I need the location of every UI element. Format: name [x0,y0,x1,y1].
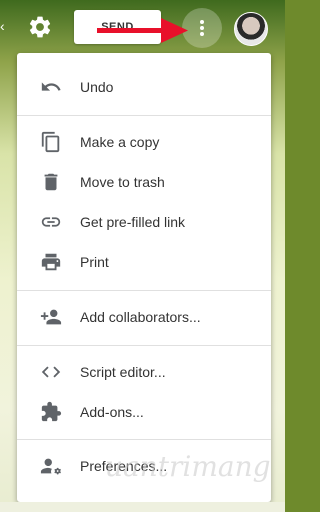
menu-divider [17,439,271,440]
menu-divider [17,115,271,116]
menu-item-add-collaborators[interactable]: Add collaborators... [17,297,271,337]
people-settings-icon [39,454,63,478]
menu-item-move-to-trash[interactable]: Move to trash [17,162,271,202]
chevron-left-icon[interactable]: ‹ [0,18,6,36]
menu-item-label: Print [80,254,109,270]
undo-icon [39,75,63,99]
menu-item-label: Make a copy [80,134,160,150]
trash-icon [39,170,63,194]
menu-item-label: Undo [80,79,114,95]
menu-divider [17,290,271,291]
red-arrow-annotation [97,18,188,43]
copy-icon [39,130,63,154]
avatar[interactable] [234,12,268,46]
menu-item-label: Get pre-filled link [80,214,186,230]
top-bar: ‹ SEND [0,0,285,56]
overflow-menu: Undo Make a copy Move to trash Get pre-f… [17,53,271,502]
link-icon [39,210,63,234]
add-people-icon [39,305,63,329]
code-icon [39,360,63,384]
menu-item-label: Add collaborators... [80,309,201,325]
menu-item-print[interactable]: Print [17,242,271,282]
menu-item-add-ons[interactable]: Add-ons... [17,392,271,432]
menu-item-label: Add-ons... [80,404,144,420]
menu-item-label: Script editor... [80,364,166,380]
menu-item-prefilled-link[interactable]: Get pre-filled link [17,202,271,242]
menu-item-script-editor[interactable]: Script editor... [17,352,271,392]
puzzle-icon [39,400,63,424]
menu-item-undo[interactable]: Undo [17,67,271,107]
print-icon [39,250,63,274]
gear-icon[interactable] [27,14,53,40]
menu-item-make-copy[interactable]: Make a copy [17,122,271,162]
menu-divider [17,345,271,346]
menu-item-preferences[interactable]: Preferences... [17,446,271,486]
more-vert-icon [200,20,204,36]
bottom-strip [0,502,285,512]
menu-item-label: Preferences... [80,458,168,474]
menu-item-label: Move to trash [80,174,165,190]
